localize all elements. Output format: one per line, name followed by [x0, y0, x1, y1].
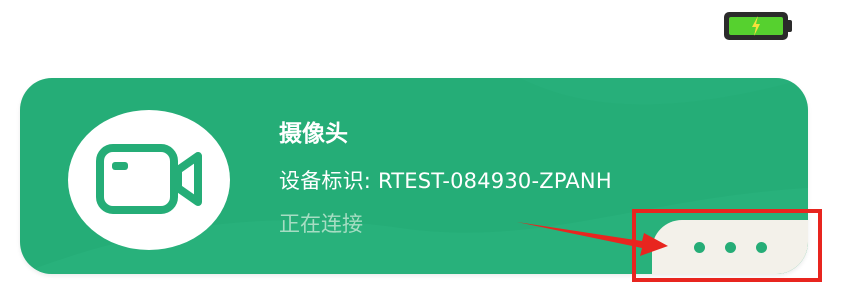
more-dots-icon	[724, 241, 736, 253]
device-name: 摄像头	[279, 121, 348, 147]
video-camera-icon	[96, 144, 202, 214]
device-card[interactable]: 摄像头 设备标识: RTEST-084930-ZPANH 正在连接	[20, 78, 808, 274]
device-identifier: 设备标识: RTEST-084930-ZPANH	[279, 169, 612, 193]
more-dots-icon	[693, 241, 705, 253]
battery-cap	[788, 20, 792, 32]
app-screen: 摄像头 设备标识: RTEST-084930-ZPANH 正在连接	[0, 0, 851, 303]
more-dots-icon	[755, 241, 767, 253]
battery-charging-icon	[752, 16, 760, 36]
connection-status: 正在连接	[279, 212, 363, 236]
more-options-button[interactable]	[652, 220, 808, 274]
